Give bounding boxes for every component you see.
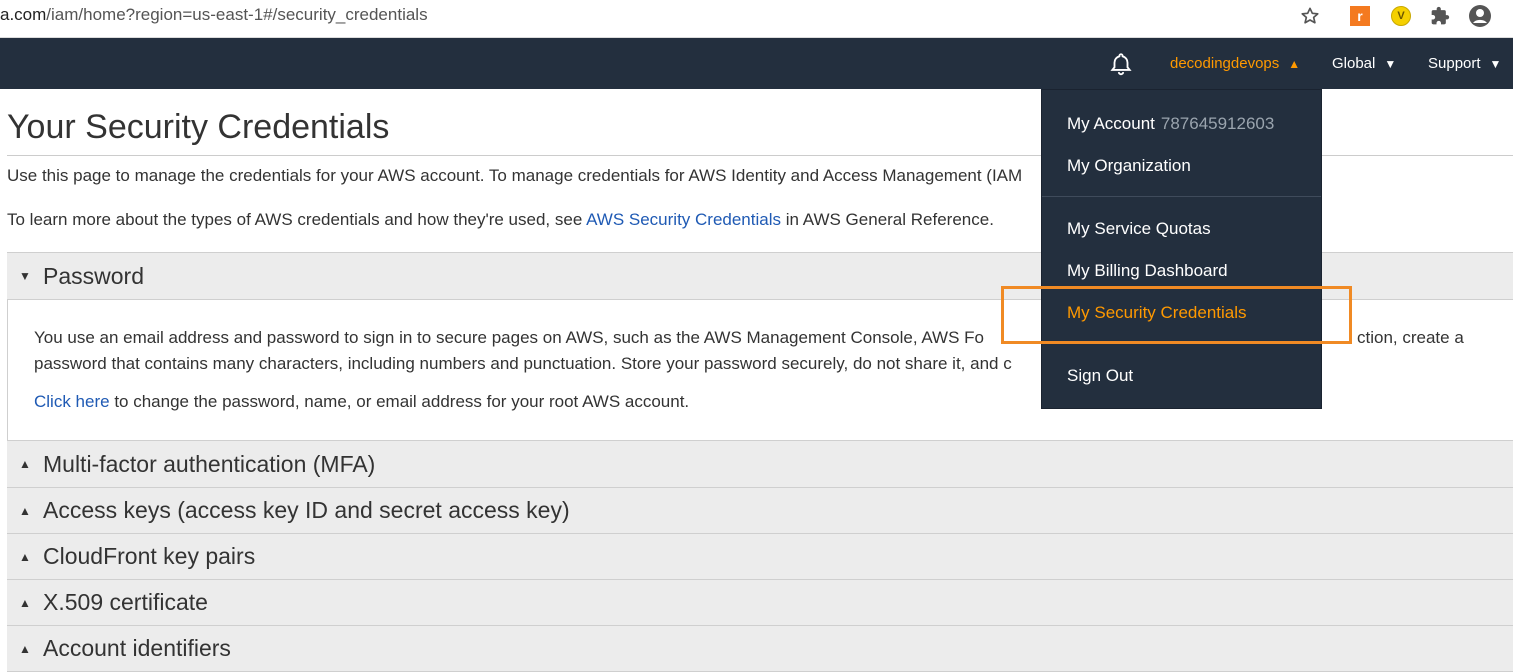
browser-toolbar: a.com/iam/home?region=us-east-1#/securit… xyxy=(0,0,1513,38)
section-cloudfront-header[interactable]: ▲ CloudFront key pairs xyxy=(7,533,1513,580)
my-account-label: My Account xyxy=(1067,114,1155,133)
caret-down-icon: ▼ xyxy=(1384,56,1397,71)
section-cloudfront-label: CloudFront key pairs xyxy=(43,543,256,569)
support-menu-button[interactable]: Support ▼ xyxy=(1428,38,1501,89)
extension-orange-label: r xyxy=(1350,6,1370,26)
support-label: Support xyxy=(1428,55,1481,72)
extension-orange-icon[interactable]: r xyxy=(1347,3,1373,29)
menu-item-my-account[interactable]: My Account 787645912603 xyxy=(1067,114,1274,134)
caret-down-icon: ▼ xyxy=(19,269,31,283)
section-x509-label: X.509 certificate xyxy=(43,589,208,615)
password-change-rest: to change the password, name, or email a… xyxy=(109,392,690,411)
account-number: 787645912603 xyxy=(1160,114,1275,133)
address-bar[interactable]: a.com/iam/home?region=us-east-1#/securit… xyxy=(0,5,428,25)
aws-top-navbar: decodingdevops ▲ Global ▼ Support ▼ xyxy=(0,38,1513,89)
password-description-line2: password that contains many characters, … xyxy=(34,354,1012,373)
section-x509-header[interactable]: ▲ X.509 certificate xyxy=(7,579,1513,626)
menu-item-billing-dashboard[interactable]: My Billing Dashboard xyxy=(1067,261,1228,281)
profile-avatar-icon[interactable] xyxy=(1467,3,1493,29)
url-domain: a.com xyxy=(0,5,47,24)
menu-item-service-quotas[interactable]: My Service Quotas xyxy=(1067,219,1211,239)
section-password-label: Password xyxy=(43,262,144,289)
notifications-bell-icon[interactable] xyxy=(1108,38,1134,89)
account-menu-button[interactable]: decodingdevops ▲ xyxy=(1170,38,1300,89)
menu-item-sign-out[interactable]: Sign Out xyxy=(1067,366,1133,386)
section-account-identifiers-header[interactable]: ▲ Account identifiers xyxy=(7,625,1513,672)
password-description-line1-tail: ction, create a xyxy=(1357,328,1464,347)
star-icon[interactable] xyxy=(1297,3,1323,29)
intro-text-manage: Use this page to manage the credentials … xyxy=(7,166,1023,185)
puzzle-extensions-icon[interactable] xyxy=(1427,3,1453,29)
url-path: /iam/home?region=us-east-1#/security_cre… xyxy=(46,5,428,24)
account-username: decodingdevops xyxy=(1170,55,1280,72)
caret-up-icon: ▲ xyxy=(19,549,31,564)
region-label: Global xyxy=(1332,55,1376,72)
aws-security-credentials-link[interactable]: AWS Security Credentials xyxy=(586,210,781,229)
page-title: Your Security Credentials xyxy=(7,108,390,146)
section-mfa-label: Multi-factor authentication (MFA) xyxy=(43,450,376,477)
password-change-text: Click here to change the password, name,… xyxy=(34,392,689,412)
caret-up-icon: ▲ xyxy=(19,457,31,471)
section-access-keys-header[interactable]: ▲ Access keys (access key ID and secret … xyxy=(7,487,1513,534)
section-access-keys-label: Access keys (access key ID and secret ac… xyxy=(43,497,570,523)
intro-text-learn-more: To learn more about the types of AWS cre… xyxy=(7,210,994,230)
caret-up-icon: ▲ xyxy=(19,503,31,518)
region-menu-button[interactable]: Global ▼ xyxy=(1332,38,1396,89)
intro-learn-pre: To learn more about the types of AWS cre… xyxy=(7,210,587,229)
highlight-annotation-box xyxy=(1001,286,1352,344)
section-account-identifiers-label: Account identifiers xyxy=(43,635,231,661)
caret-up-icon: ▲ xyxy=(1288,56,1301,71)
caret-up-icon: ▲ xyxy=(19,641,31,656)
account-dropdown-menu: My Account 787645912603 My Organization M… xyxy=(1041,89,1322,409)
menu-item-my-organization[interactable]: My Organization xyxy=(1067,156,1191,176)
caret-down-icon: ▼ xyxy=(1489,56,1502,71)
extension-yellow-icon[interactable]: V xyxy=(1388,3,1414,29)
caret-up-icon: ▲ xyxy=(19,595,31,610)
intro-learn-post: in AWS General Reference. xyxy=(781,210,994,229)
menu-divider xyxy=(1042,196,1321,197)
section-mfa-header[interactable]: ▲ Multi-factor authentication (MFA) xyxy=(7,440,1513,488)
extension-yellow-label: V xyxy=(1391,6,1411,26)
click-here-link[interactable]: Click here xyxy=(34,392,110,411)
password-description-line1: You use an email address and password to… xyxy=(34,328,985,347)
